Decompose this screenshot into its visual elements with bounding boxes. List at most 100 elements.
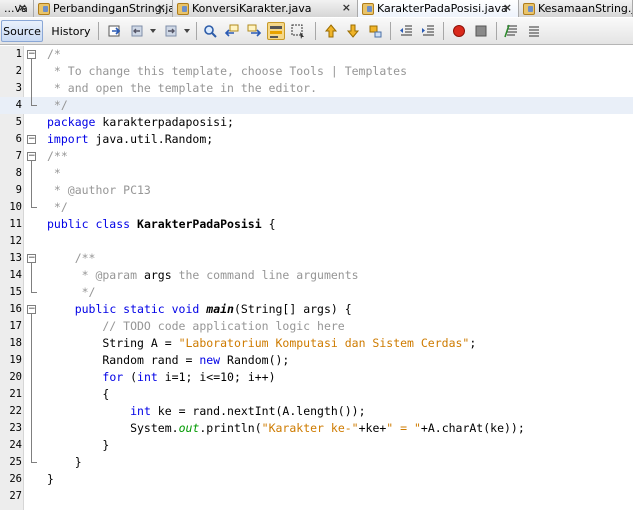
code-line[interactable]: 23 System.out.println("Karakter ke-"+ke+… — [0, 420, 633, 437]
code-line[interactable]: 5 package karakterpadaposisi; — [0, 114, 633, 131]
code-line[interactable]: 1 /* — [0, 46, 633, 63]
code-line[interactable]: 15 */ — [0, 284, 633, 301]
code-text: } — [47, 437, 109, 454]
shift-left-icon[interactable] — [397, 22, 415, 40]
code-line[interactable]: 3 * and open the template in the editor. — [0, 80, 633, 97]
code-line[interactable]: 9 * @author PC13 — [0, 182, 633, 199]
code-token: /* — [47, 47, 61, 61]
fold-end — [31, 292, 37, 293]
editor-tab[interactable]: PerbandinganString.java× — [34, 0, 173, 17]
find-selection-icon[interactable] — [289, 22, 307, 40]
editor-tab[interactable]: KonversiKarakter.java × — [173, 0, 358, 17]
code-line[interactable]: 14 * @param args the command line argume… — [0, 267, 633, 284]
code-text: Random rand = new Random(); — [47, 352, 289, 369]
fold-end — [31, 207, 37, 208]
code-line[interactable]: 27 — [0, 488, 633, 505]
code-line[interactable]: 24 } — [0, 437, 633, 454]
code-token: "Laboratorium Komputasi dan Sistem Cerda… — [178, 336, 470, 350]
back-dropdown-icon[interactable] — [148, 22, 158, 40]
code-text: * — [47, 165, 61, 182]
line-number: 11 — [9, 218, 22, 230]
start-macro-icon[interactable] — [450, 22, 468, 40]
code-line[interactable]: 10 */ — [0, 199, 633, 216]
line-number: 4 — [15, 99, 22, 111]
code-text: System.out.println("Karakter ke-"+ke+" =… — [47, 420, 525, 437]
line-number: 22 — [9, 405, 22, 417]
code-line[interactable]: 17 // TODO code application logic here — [0, 318, 633, 335]
fold-toggle-icon[interactable]: − — [27, 50, 36, 59]
close-tab-icon[interactable]: × — [342, 1, 351, 14]
code-line[interactable]: 18 String A = "Laboratorium Komputasi da… — [0, 335, 633, 352]
editor-tab-bar: ...va×PerbandinganString.java×KonversiKa… — [0, 0, 633, 17]
code-line[interactable]: 25 } — [0, 454, 633, 471]
fold-toggle-icon[interactable]: − — [27, 305, 36, 314]
line-number: 14 — [9, 269, 22, 281]
line-number: 15 — [9, 286, 22, 298]
find-next-icon[interactable] — [245, 22, 263, 40]
fold-toggle-icon[interactable]: − — [27, 135, 36, 144]
code-token: new — [199, 353, 221, 367]
toolbar-separator — [390, 22, 391, 40]
toolbar-separator — [443, 22, 444, 40]
java-file-icon — [177, 2, 189, 15]
close-tab-icon[interactable]: × — [18, 1, 27, 14]
fold-toggle-icon[interactable]: − — [27, 152, 36, 161]
line-number: 18 — [9, 337, 22, 349]
code-line[interactable]: 7 /** — [0, 148, 633, 165]
code-line[interactable]: 22 int ke = rand.nextInt(A.length()); — [0, 403, 633, 420]
previous-bookmark-icon[interactable] — [322, 22, 340, 40]
code-token: i=1; i<=10; i++) — [157, 370, 276, 384]
code-line[interactable]: 2 * To change this template, choose Tool… — [0, 63, 633, 80]
code-token: String A = — [47, 336, 179, 350]
toggle-highlight-icon[interactable] — [267, 22, 285, 40]
code-text: String A = "Laboratorium Komputasi dan S… — [47, 335, 476, 352]
forward-icon[interactable] — [162, 22, 180, 40]
source-view-label: Source — [3, 24, 41, 38]
line-number: 8 — [15, 167, 22, 179]
code-text: * and open the template in the editor. — [47, 80, 317, 97]
line-number: 26 — [9, 473, 22, 485]
find-icon[interactable] — [201, 22, 219, 40]
code-token: for — [102, 370, 124, 384]
fold-toggle-icon[interactable]: − — [27, 254, 36, 263]
editor-tab-label: PerbandinganString.java — [53, 2, 172, 15]
code-token: +A.charAt(ke)); — [420, 421, 525, 435]
source-view-button[interactable]: Source — [1, 20, 43, 42]
code-line[interactable]: 11 public class KarakterPadaPosisi { — [0, 216, 633, 233]
code-line[interactable]: 8 * — [0, 165, 633, 182]
shift-right-icon[interactable] — [419, 22, 437, 40]
history-view-label: History — [51, 24, 91, 38]
code-line[interactable]: 21 { — [0, 386, 633, 403]
stop-macro-icon[interactable] — [472, 22, 490, 40]
forward-dropdown-icon[interactable] — [182, 22, 192, 40]
code-token: karakterpadaposisi; — [95, 115, 234, 129]
code-line[interactable]: 12 — [0, 233, 633, 250]
editor-tab[interactable]: KesamaanString.j — [519, 0, 633, 17]
code-line[interactable]: 26} — [0, 471, 633, 488]
toggle-bookmark-icon[interactable] — [366, 22, 384, 40]
code-line[interactable]: 16 public static void main(String[] args… — [0, 301, 633, 318]
next-bookmark-icon[interactable] — [344, 22, 362, 40]
line-number: 20 — [9, 371, 22, 383]
code-line[interactable]: 6 import java.util.Random; — [0, 131, 633, 148]
history-view-button[interactable]: History — [48, 20, 94, 42]
code-text: /* — [47, 46, 61, 63]
close-tab-icon[interactable]: × — [503, 1, 512, 14]
code-token: * @author PC13 — [47, 183, 151, 197]
code-line[interactable]: 4 */ — [0, 97, 633, 114]
code-editor[interactable]: 1 /* 2 * To change this template, choose T… — [0, 46, 633, 510]
editor-tab[interactable]: ...va × — [0, 0, 34, 17]
editor-tab[interactable]: KarakterPadaPosisi.java × — [358, 0, 519, 17]
back-icon[interactable] — [128, 22, 146, 40]
line-number: 21 — [9, 388, 22, 400]
uncomment-icon[interactable] — [525, 22, 543, 40]
code-token: // TODO code application logic here — [47, 319, 345, 333]
code-line[interactable]: 13 /** — [0, 250, 633, 267]
find-previous-icon[interactable] — [223, 22, 241, 40]
code-line[interactable]: 19 Random rand = new Random(); — [0, 352, 633, 369]
comment-icon[interactable] — [503, 22, 521, 40]
code-line[interactable]: 20 for (int i=1; i<=10; i++) — [0, 369, 633, 386]
close-tab-icon[interactable]: × — [157, 1, 166, 14]
last-edit-icon[interactable] — [106, 22, 124, 40]
